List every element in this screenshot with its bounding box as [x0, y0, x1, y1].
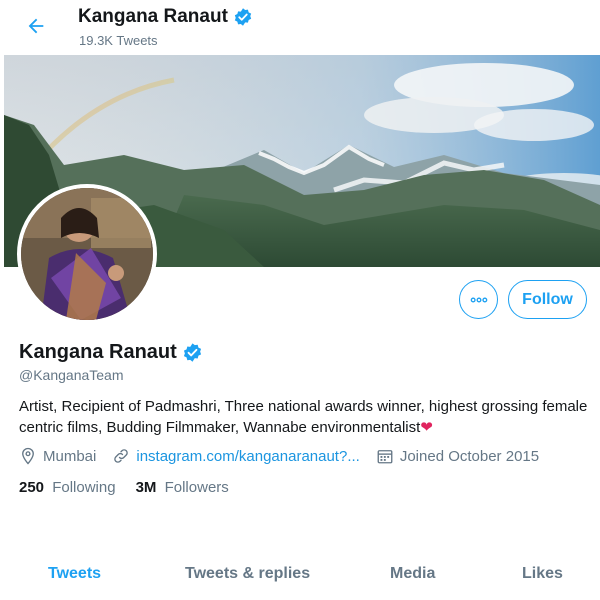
profile-tabs: Tweets Tweets & replies Media Likes — [0, 560, 600, 590]
profile-stats: 250 Following 3M Followers — [19, 479, 229, 496]
tab-media[interactable]: Media — [390, 565, 435, 583]
more-horizontal-icon — [470, 297, 487, 303]
tab-tweets-and-replies[interactable]: Tweets & replies — [185, 565, 310, 583]
profile-header-bar: Kangana Ranaut 19.3K Tweets — [0, 0, 600, 54]
location-text: Mumbai — [43, 447, 97, 465]
following-stat[interactable]: 250 Following — [19, 479, 116, 496]
tab-likes[interactable]: Likes — [522, 565, 563, 583]
bio-text: Artist, Recipient of Padmashri, Three na… — [19, 398, 588, 436]
header-name: Kangana Ranaut — [78, 6, 228, 27]
tab-tweets[interactable]: Tweets — [48, 565, 101, 583]
followers-count: 3M — [135, 479, 157, 496]
verified-badge-icon — [234, 8, 252, 26]
profile-display-name: Kangana Ranaut — [19, 341, 177, 363]
tweet-count: 19.3K Tweets — [79, 33, 158, 48]
follow-button[interactable]: Follow — [508, 280, 587, 319]
header-title: Kangana Ranaut — [78, 6, 253, 28]
location-item: Mumbai — [19, 447, 96, 465]
following-label: Following — [52, 479, 116, 496]
link-icon — [114, 449, 129, 463]
profile-bio: Artist, Recipient of Padmashri, Three na… — [19, 396, 589, 438]
profile-name: Kangana Ranaut — [19, 341, 203, 364]
joined-text: Joined October 2015 — [399, 447, 540, 465]
calendar-icon — [377, 450, 393, 464]
website-item[interactable]: instagram.com/kanganaranaut?... — [112, 447, 360, 465]
location-pin-icon — [22, 447, 34, 465]
verified-badge-icon — [183, 343, 201, 362]
followers-stat[interactable]: 3M Followers — [136, 479, 229, 496]
followers-label: Followers — [164, 479, 229, 496]
profile-meta: Mumbai instagram.com/kanganaranaut?... J… — [19, 447, 555, 465]
more-options-button[interactable] — [459, 280, 498, 319]
heart-emoji: ❤ — [420, 419, 433, 436]
profile-avatar[interactable] — [17, 184, 157, 324]
profile-handle: @KanganaTeam — [19, 367, 124, 383]
joined-item: Joined October 2015 — [376, 447, 539, 465]
back-button[interactable] — [22, 12, 50, 40]
following-count: 250 — [19, 479, 45, 496]
website-link[interactable]: instagram.com/kanganaranaut?... — [136, 448, 359, 465]
arrow-left-icon — [28, 18, 44, 34]
